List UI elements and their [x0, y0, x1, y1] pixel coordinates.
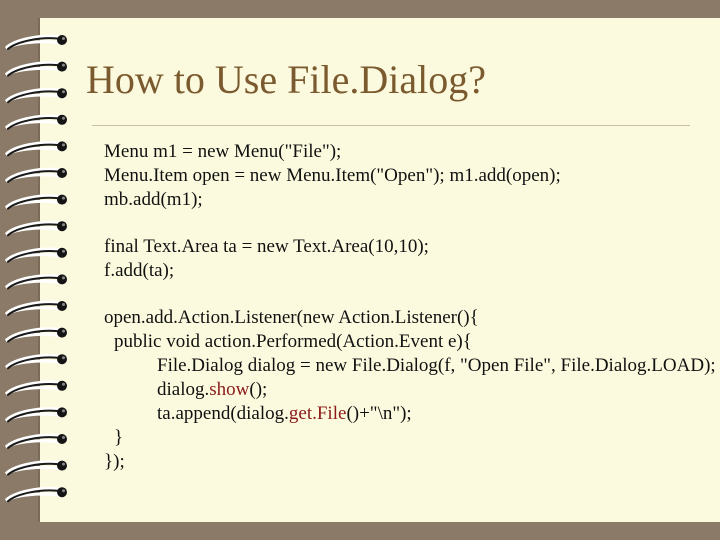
- spiral-ring-icon: [4, 247, 67, 263]
- code-text: ()+"\n");: [346, 403, 412, 424]
- spiral-ring-icon: [4, 433, 67, 449]
- spiral-ring-icon: [4, 141, 67, 157]
- title-divider: [92, 125, 690, 126]
- spiral-ring-icon: [4, 274, 67, 290]
- spiral-ring-icon: [4, 486, 67, 503]
- spiral-ring-icon: [4, 380, 67, 396]
- spiral-ring-icon: [4, 114, 67, 130]
- spiral-binding: [4, 34, 67, 503]
- code-line: final Text.Area ta = new Text.Area(10,10…: [104, 236, 429, 257]
- code-line: ta.append(dialog.get.File()+"\n");: [104, 402, 720, 426]
- spiral-ring-icon: [4, 87, 67, 104]
- spiral-ring-icon: [4, 300, 67, 316]
- code-text: dialog.: [157, 379, 210, 400]
- code-line: File.Dialog dialog = new File.Dialog(f, …: [157, 355, 716, 376]
- code-line: mb.add(m1);: [104, 189, 203, 210]
- highlighted-method: get.File: [288, 403, 347, 424]
- highlighted-method: show: [209, 379, 250, 400]
- slide-title: How to Use File.Dialog?: [86, 57, 486, 102]
- code-line: open.add.Action.Listener(new Action.List…: [104, 307, 479, 328]
- spiral-ring-icon: [4, 407, 67, 423]
- code-text: ();: [249, 379, 268, 400]
- code-line: public void action.Performed(Action.Even…: [114, 331, 472, 352]
- code-line: Menu m1 = new Menu("File");: [104, 141, 342, 162]
- code-line: Menu.Item open = new Menu.Item("Open"); …: [104, 165, 561, 186]
- code-line: dialog.show();: [104, 378, 720, 402]
- spiral-ring-icon: [4, 61, 67, 77]
- code-line: f.add(ta);: [104, 260, 175, 281]
- code-line: }: [114, 427, 124, 448]
- code-block: Menu m1 = new Menu("File"); Menu.Item op…: [104, 140, 720, 474]
- spiral-ring-icon: [4, 34, 67, 50]
- spiral-ring-icon: [4, 327, 67, 343]
- spiral-ring-icon: [4, 194, 67, 210]
- spiral-ring-icon: [4, 353, 67, 370]
- spiral-ring-icon: [4, 460, 67, 476]
- code-text: ta.append(dialog.: [157, 403, 289, 424]
- spiral-ring-icon: [4, 167, 67, 183]
- code-line: });: [104, 451, 125, 472]
- spiral-ring-icon: [4, 220, 67, 237]
